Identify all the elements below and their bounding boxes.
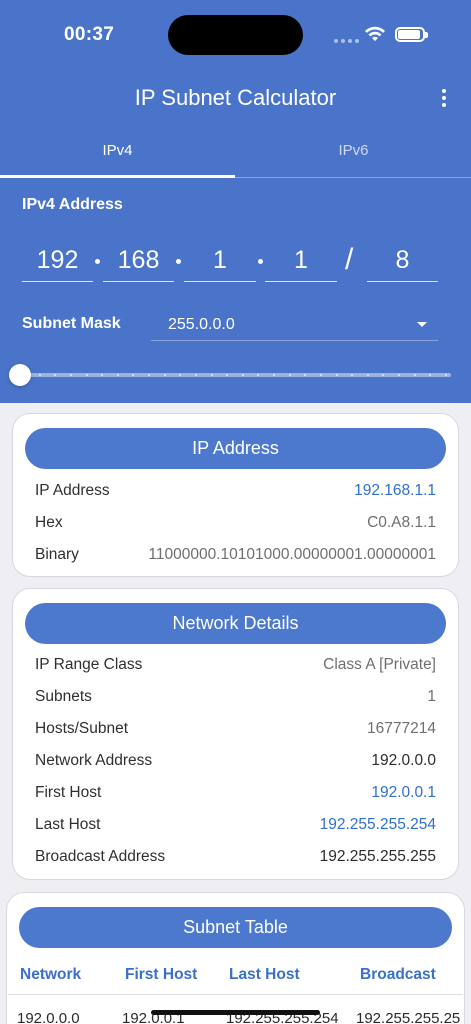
cidr-input[interactable]: 8 (367, 240, 438, 282)
cidr-slider[interactable] (9, 364, 454, 386)
table-cell-broadcast: 192.255.255.25 (356, 1010, 461, 1024)
subnet-table-card: Subnet Table (6, 892, 465, 1024)
row-value[interactable]: 192.168.1.1 (354, 482, 436, 500)
subnet-mask-dropdown[interactable]: 255.0.0.0 (151, 308, 438, 341)
octet-separator-dot (176, 259, 181, 264)
binary-row: Binary 11000000.10101000.00000001.000000… (35, 546, 436, 564)
more-options-icon[interactable] (436, 86, 452, 110)
row-value: Class A [Private] (323, 656, 436, 673)
slider-thumb[interactable] (9, 364, 31, 386)
status-time: 00:37 (64, 24, 115, 45)
row-key: IP Address (35, 482, 110, 499)
ip-address-card-title: IP Address (25, 428, 446, 469)
tab-ipv4[interactable]: IPv4 (0, 142, 235, 159)
cellular-signal-icon (334, 39, 359, 43)
slider-track (19, 373, 451, 377)
hex-row: Hex C0.A8.1.1 (35, 514, 436, 532)
dynamic-island (168, 15, 303, 55)
subnets-row: Subnets 1 (35, 688, 436, 706)
row-key: Network Address (35, 752, 153, 769)
subnet-mask-value: 255.0.0.0 (168, 316, 235, 333)
row-key: First Host (35, 784, 102, 801)
page-title: IP Subnet Calculator (134, 85, 337, 110)
home-indicator (151, 1010, 320, 1015)
subnet-mask-label: Subnet Mask (22, 315, 121, 332)
battery-icon (395, 27, 428, 42)
dropdown-caret-icon (417, 322, 427, 327)
broadcast-address-row: Broadcast Address 192.255.255.255 (35, 848, 436, 866)
network-details-card-title: Network Details (25, 603, 446, 644)
ipv4-address-label: IPv4 Address (22, 196, 123, 213)
column-header-network: Network (20, 966, 82, 983)
cidr-separator: / (345, 243, 354, 276)
column-header-first-host: First Host (125, 966, 198, 983)
octet-1-input[interactable]: 192 (22, 240, 93, 282)
ip-range-class-row: IP Range Class Class A [Private] (35, 656, 436, 674)
ip-address-card: IP Address IP Address 192.168.1.1 Hex C0… (12, 413, 459, 577)
wifi-icon (365, 26, 385, 41)
row-key: IP Range Class (35, 656, 143, 673)
octet-separator-dot (95, 259, 100, 264)
status-bar: 00:37 (0, 0, 471, 70)
first-host-row: First Host 192.0.0.1 (35, 784, 436, 802)
last-host-row: Last Host 192.255.255.254 (35, 816, 436, 834)
row-value[interactable]: 192.0.0.1 (371, 784, 436, 802)
app-header: 00:37 IP Subnet Calculator IPv4 IPv6 IPv… (0, 0, 471, 403)
ip-address-row: IP Address 192.168.1.1 (35, 482, 436, 500)
subnet-table-card-title: Subnet Table (19, 907, 452, 948)
row-key: Last Host (35, 816, 101, 833)
row-value: 16777214 (367, 720, 436, 737)
row-key: Binary (35, 546, 79, 563)
column-header-broadcast: Broadcast (360, 966, 436, 983)
row-value: 1 (427, 688, 436, 705)
hosts-per-subnet-row: Hosts/Subnet 16777214 (35, 720, 436, 738)
network-address-row: Network Address 192.0.0.0 (35, 752, 436, 770)
octet-2-input[interactable]: 168 (103, 240, 174, 282)
tab-indicator (0, 175, 235, 178)
column-header-last-host: Last Host (229, 966, 300, 983)
row-key: Hosts/Subnet (35, 720, 129, 737)
network-details-card: Network Details IP Range Class Class A [… (12, 588, 459, 880)
row-value: 192.0.0.0 (371, 752, 436, 769)
octet-4-input[interactable]: 1 (265, 240, 337, 282)
row-key: Broadcast Address (35, 848, 166, 865)
row-value: 192.255.255.255 (319, 848, 436, 865)
tab-ipv6[interactable]: IPv6 (236, 142, 471, 159)
row-value: 11000000.10101000.00000001.00000001 (148, 546, 436, 563)
row-key: Hex (35, 514, 63, 531)
row-value[interactable]: 192.255.255.254 (320, 816, 436, 834)
row-key: Subnets (35, 688, 92, 705)
octet-separator-dot (258, 259, 263, 264)
octet-3-input[interactable]: 1 (184, 240, 256, 282)
table-cell-network: 192.0.0.0 (17, 1010, 80, 1024)
table-divider (8, 994, 463, 995)
row-value: C0.A8.1.1 (367, 514, 436, 531)
